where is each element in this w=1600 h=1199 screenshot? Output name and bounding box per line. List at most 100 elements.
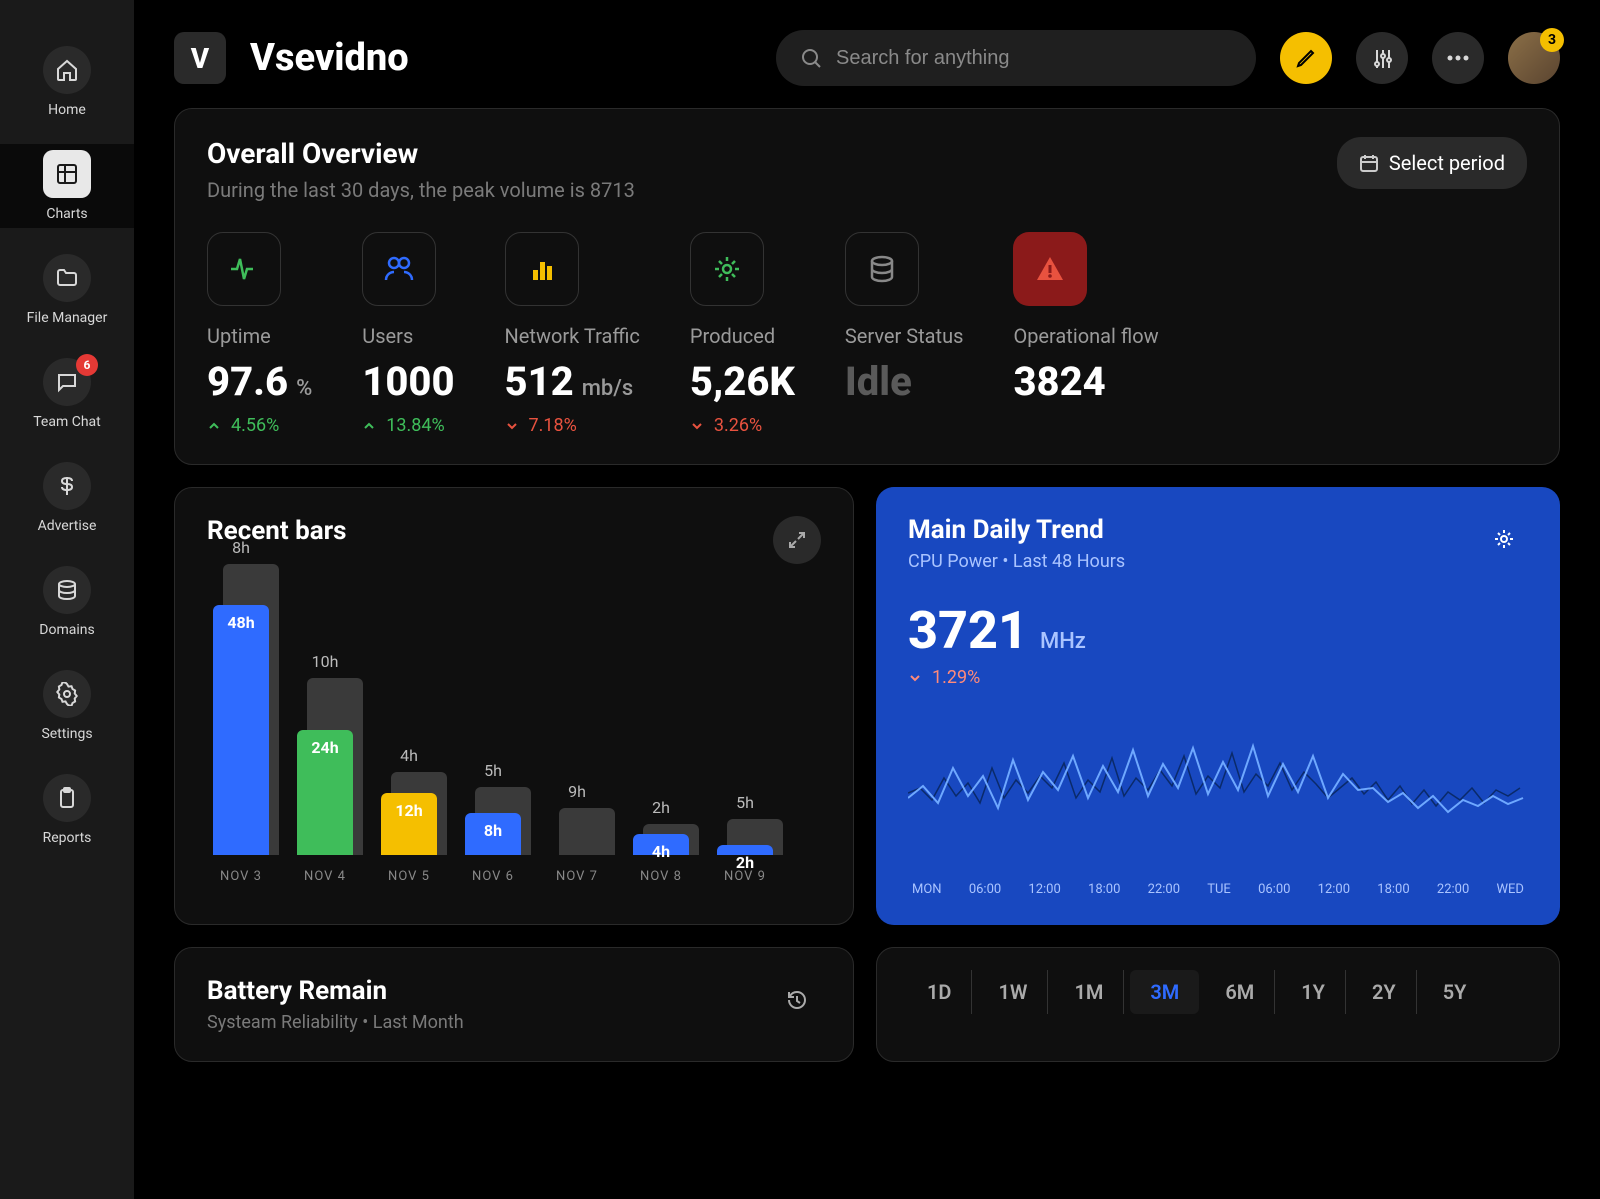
kpi-value: 5,26K [690,358,795,405]
kpi-value: 97.6 [207,358,288,405]
sidebar-item-advertise[interactable]: Advertise [0,456,134,540]
sidebar-item-domains[interactable]: Domains [0,560,134,644]
kpi-label: Users [362,324,454,348]
avatar[interactable]: 3 [1508,32,1560,84]
range-tab-1y[interactable]: 1Y [1281,970,1346,1014]
sidebar-item-charts[interactable]: Charts [0,144,134,228]
bar-category: NOV 5 [388,869,430,884]
kpi-label: Network Traffic [505,324,640,348]
line-chart [908,708,1528,868]
bar-front: 48h [213,605,269,855]
bar-group: 5h2hNOV 9 [717,819,773,884]
kpi-delta: 7.18% [505,415,640,436]
axis-tick: WED [1497,882,1524,897]
kpi-value: Idle [845,358,912,405]
kpi-unit: % [296,376,312,401]
period-btn-label: Select period [1389,151,1505,175]
range-tab-1d[interactable]: 1D [907,970,972,1014]
database-icon [845,232,919,306]
sidebar-item-home[interactable]: Home [0,40,134,124]
bar-category: NOV 4 [304,869,346,884]
sidebar: Home Charts File Manager 6 Team Chat Adv… [0,0,134,1199]
bar-back [559,808,615,855]
users-icon [362,232,436,306]
main-trend-title: Main Daily Trend [908,515,1125,545]
select-period-button[interactable]: Select period [1337,137,1527,189]
axis-tick: 12:00 [1318,882,1350,897]
kpi-operational-flow: Operational flow 3824 [1013,232,1158,436]
sidebar-label: Team Chat [33,414,100,430]
bar-back-label: 9h [549,782,605,801]
bar-front: 24h [297,730,353,855]
bar-back-label: 5h [717,793,773,812]
bar-back-label: 2h [633,798,689,817]
kpi-produced: Produced 5,26K 3.26% [690,232,795,436]
sidebar-label: Reports [43,830,92,846]
search-input[interactable] [836,47,1232,70]
more-button[interactable] [1432,32,1484,84]
sidebar-item-team-chat[interactable]: 6 Team Chat [0,352,134,436]
history-icon [786,989,808,1011]
kpi-delta: 3.26% [690,415,795,436]
kpi-label: Server Status [845,324,964,348]
main-content: V Vsevidno 3 Overall Overview During the… [134,0,1600,1199]
kpi-row: Uptime 97.6% 4.56% Users 1000 13.84% Net… [207,232,1527,436]
expand-button[interactable] [773,516,821,564]
bar-category: NOV 8 [640,869,682,884]
kpi-unit: mb/s [582,376,633,401]
bars-icon [505,232,579,306]
bar-group: 5h8hNOV 6 [465,787,521,884]
overview-card: Overall Overview During the last 30 days… [174,108,1560,465]
logo-text: Vsevidno [250,36,409,80]
axis-tick: 18:00 [1088,882,1120,897]
search-bar[interactable] [776,30,1256,86]
kpi-uptime: Uptime 97.6% 4.56% [207,232,312,436]
kpi-value: 3824 [1013,358,1105,405]
axis-tick: MON [912,882,942,897]
range-tab-1w[interactable]: 1W [978,970,1048,1014]
chevron-up-icon [362,419,376,433]
range-tab-2y[interactable]: 2Y [1352,970,1417,1014]
bar-chart: 8h48hNOV 310h24hNOV 44h12hNOV 55h8hNOV 6… [207,584,821,884]
axis-tick: 12:00 [1028,882,1060,897]
edit-button[interactable] [1280,32,1332,84]
range-tabs: 1D1W1M3M6M1Y2Y5Y [907,970,1529,1014]
chat-badge: 6 [76,354,98,376]
range-tab-6m[interactable]: 6M [1205,970,1275,1014]
kpi-label: Uptime [207,324,312,348]
expand-icon [787,530,807,550]
bar-back-label: 10h [297,652,353,671]
alert-icon [1013,232,1087,306]
range-tab-1m[interactable]: 1M [1054,970,1124,1014]
bar-back-label: 5h [465,761,521,780]
sidebar-label: Charts [46,206,87,222]
bar-group: 10h24hNOV 4 [297,678,353,884]
history-button[interactable] [773,976,821,1024]
sidebar-label: Domains [39,622,94,638]
axis-tick: 06:00 [1258,882,1290,897]
sidebar-item-settings[interactable]: Settings [0,664,134,748]
bar-group: 8h48hNOV 3 [213,564,269,884]
sliders-icon [1371,47,1393,69]
kpi-value: 512 [505,358,574,405]
trend-settings-button[interactable] [1480,515,1528,563]
range-tab-5y[interactable]: 5Y [1423,970,1487,1014]
sidebar-item-file-manager[interactable]: File Manager [0,248,134,332]
sidebar-item-reports[interactable]: Reports [0,768,134,852]
avatar-badge: 3 [1540,28,1564,52]
search-icon [800,47,822,69]
overview-title: Overall Overview [207,137,635,170]
bar-front: 4h [633,834,689,855]
trend-delta: 1.29% [908,667,1528,688]
kpi-server-status: Server Status Idle [845,232,964,436]
chevron-down-icon [690,419,704,433]
main-trend-card: Main Daily Trend CPU Power • Last 48 Hou… [876,487,1560,925]
range-tab-3m[interactable]: 3M [1130,970,1199,1014]
bar-group: 9hNOV 7 [549,808,605,884]
filters-button[interactable] [1356,32,1408,84]
bar-front: 2h [717,845,773,855]
bar-group: 2h4hNOV 8 [633,824,689,884]
range-card: 1D1W1M3M6M1Y2Y5Y [876,947,1560,1062]
bar-group: 4h12hNOV 5 [381,772,437,884]
battery-card: Battery Remain Systeam Reliability • Las… [174,947,854,1062]
